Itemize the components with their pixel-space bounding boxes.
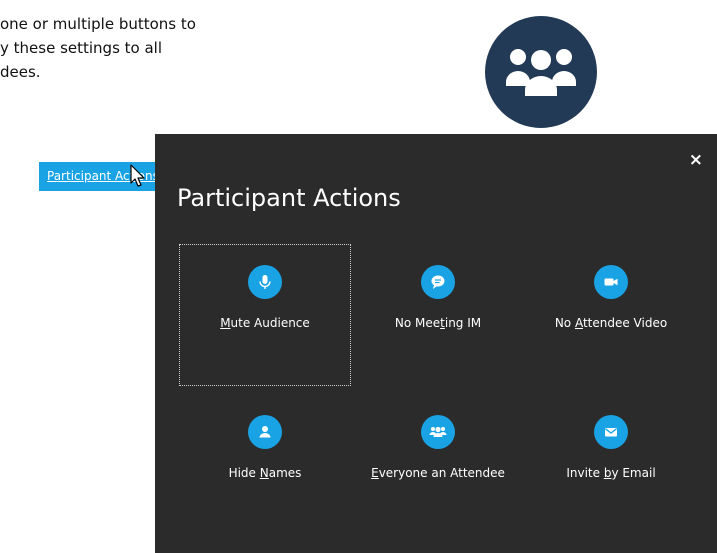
participant-actions-dialog: × Participant Actions Mute Audience No M…	[155, 134, 717, 553]
everyone-an-attendee-label: Everyone an Attendee	[371, 466, 505, 480]
people-icon	[485, 16, 597, 128]
no-meeting-im-button[interactable]: No Meeting IM	[352, 244, 524, 386]
envelope-icon	[594, 415, 628, 449]
invite-by-email-label: Invite by Email	[566, 466, 656, 480]
no-meeting-im-label: No Meeting IM	[394, 316, 482, 330]
hide-names-button[interactable]: Hide Names	[179, 394, 351, 536]
invite-by-email-button[interactable]: Invite by Email	[525, 394, 697, 536]
action-grid: Mute Audience No Meeting IM No Attendee …	[155, 134, 717, 553]
people-icon	[421, 415, 455, 449]
mouse-cursor-icon	[130, 164, 145, 187]
hide-names-label: Hide Names	[228, 466, 302, 480]
person-icon	[248, 415, 282, 449]
instruction-line-2: y these settings to all	[0, 39, 163, 57]
chat-icon	[421, 265, 455, 299]
instruction-line-3: dees.	[0, 63, 41, 81]
microphone-icon	[248, 265, 282, 299]
mute-audience-label: Mute Audience	[220, 316, 310, 330]
instruction-text: one or multiple buttons to y these setti…	[0, 12, 300, 84]
participant-actions-button[interactable]: Participant Actions	[39, 162, 169, 191]
mute-audience-button[interactable]: Mute Audience	[179, 244, 351, 386]
instruction-line-1: one or multiple buttons to	[0, 15, 196, 33]
no-attendee-video-label: No Attendee Video	[554, 316, 668, 330]
video-camera-icon	[594, 265, 628, 299]
everyone-an-attendee-button[interactable]: Everyone an Attendee	[352, 394, 524, 536]
no-attendee-video-button[interactable]: No Attendee Video	[525, 244, 697, 386]
